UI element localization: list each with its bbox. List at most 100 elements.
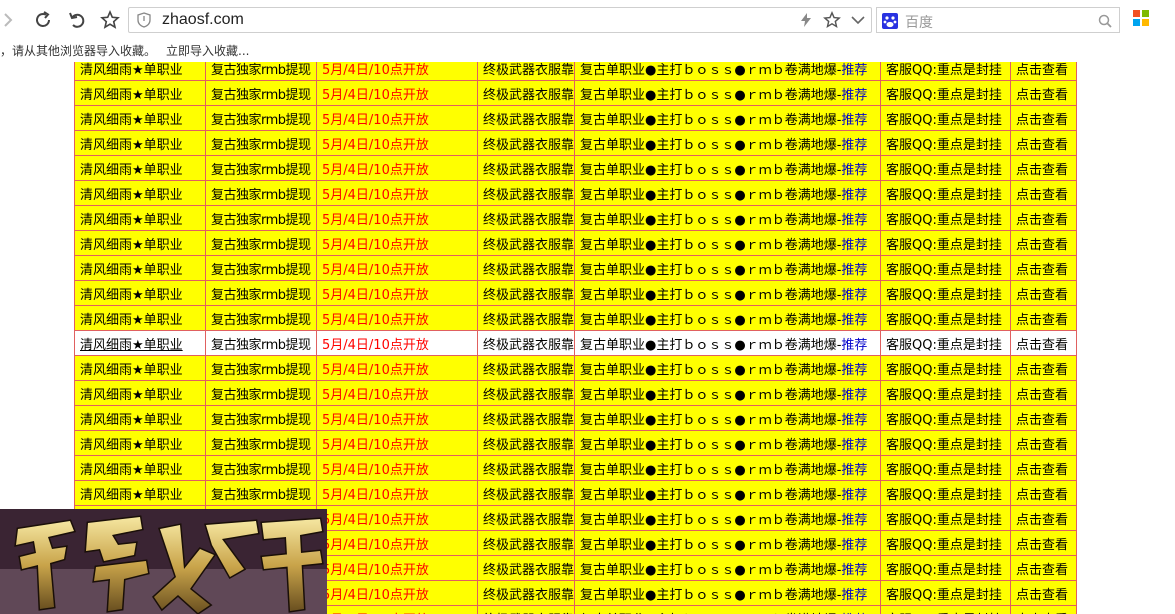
server-name-text[interactable]: 清风细雨★单职业 <box>80 463 183 478</box>
cell-server-name[interactable]: 清风细雨★单职业 <box>74 380 206 406</box>
cell-view-link[interactable]: 点击查看 <box>1010 105 1078 131</box>
server-name-text[interactable]: 清风细雨★单职业 <box>80 313 183 328</box>
search-icon[interactable] <box>1098 13 1112 32</box>
table-row[interactable]: 清风细雨★单职业 复古独家rmb提现5月/4日/10点开放终极武器衣服靠复古单职业… <box>74 205 1078 231</box>
recommend-link[interactable]: 推荐 <box>841 363 867 378</box>
cell-server-name[interactable]: 清风细雨★单职业 <box>74 80 206 106</box>
cell-view-link[interactable]: 点击查看 <box>1010 380 1078 406</box>
recommend-link[interactable]: 推荐 <box>841 113 867 128</box>
cell-view-link[interactable]: 点击查看 <box>1010 180 1078 206</box>
server-name-text[interactable]: 清风细雨★单职业 <box>80 63 183 78</box>
url-text[interactable]: zhaosf.com <box>162 11 244 29</box>
cell-view-link[interactable]: 点击查看 <box>1010 155 1078 181</box>
cell-server-name[interactable]: 清风细雨★单职业 <box>74 430 206 456</box>
table-row[interactable]: 清风细雨★单职业 复古独家rmb提现5月/4日/10点开放终极武器衣服靠复古单职业… <box>74 455 1078 481</box>
cell-view-link[interactable]: 点击查看 <box>1010 130 1078 156</box>
cell-view-link[interactable]: 点击查看 <box>1010 580 1078 606</box>
cell-server-name[interactable]: 清风细雨★单职业 <box>74 105 206 131</box>
cell-view-link[interactable]: 点击查看 <box>1010 555 1078 581</box>
cell-server-name[interactable]: 清风细雨★单职业 <box>74 480 206 506</box>
recommend-link[interactable]: 推荐 <box>841 513 867 528</box>
cell-server-name[interactable]: 清风细雨★单职业 <box>74 455 206 481</box>
server-name-text[interactable]: 清风细雨★单职业 <box>80 363 183 378</box>
server-name-text[interactable]: 清风细雨★单职业 <box>80 388 183 403</box>
table-row[interactable]: 清风细雨★单职业 复古独家rmb提现5月/4日/10点开放终极武器衣服靠复古单职业… <box>74 355 1078 381</box>
table-row[interactable]: 清风细雨★单职业 复古独家rmb提现5月/4日/10点开放终极武器衣服靠复古单职业… <box>74 130 1078 156</box>
cell-view-link[interactable]: 点击查看 <box>1010 530 1078 556</box>
recommend-link[interactable]: 推荐 <box>841 213 867 228</box>
server-name-text[interactable]: 清风细雨★单职业 <box>80 288 183 303</box>
flash-icon[interactable] <box>793 8 819 32</box>
forward-icon[interactable] <box>0 8 20 32</box>
server-name-text[interactable]: 清风细雨★单职业 <box>80 488 183 503</box>
cell-view-link[interactable]: 点击查看 <box>1010 480 1078 506</box>
cell-view-link[interactable]: 点击查看 <box>1010 505 1078 531</box>
favorite-star-icon[interactable] <box>819 8 845 32</box>
cell-server-name[interactable]: 清风细雨★单职业 <box>74 305 206 331</box>
cell-view-link[interactable]: 点击查看 <box>1010 80 1078 106</box>
table-row[interactable]: 清风细雨★单职业 复古独家rmb提现5月/4日/10点开放终极武器衣服靠复古单职业… <box>74 180 1078 206</box>
cell-view-link[interactable]: 点击查看 <box>1010 255 1078 281</box>
server-name-text[interactable]: 清风细雨★单职业 <box>80 88 183 103</box>
cell-server-name[interactable]: 清风细雨★单职业 <box>74 330 206 356</box>
cell-view-link[interactable]: 点击查看 <box>1010 205 1078 231</box>
cell-server-name[interactable]: 清风细雨★单职业 <box>74 230 206 256</box>
server-name-text[interactable]: 清风细雨★单职业 <box>80 113 183 128</box>
server-name-text[interactable]: 清风细雨★单职业 <box>80 263 183 278</box>
cell-server-name[interactable]: 清风细雨★单职业 <box>74 255 206 281</box>
recommend-link[interactable]: 推荐 <box>841 563 867 578</box>
import-bookmarks-link[interactable]: 立即导入收藏... <box>166 42 249 59</box>
recommend-link[interactable]: 推荐 <box>841 163 867 178</box>
table-row[interactable]: 清风细雨★单职业 复古独家rmb提现5月/4日/10点开放终极武器衣服靠复古单职业… <box>74 80 1078 106</box>
recommend-link[interactable]: 推荐 <box>841 238 867 253</box>
cell-view-link[interactable]: 点击查看 <box>1010 280 1078 306</box>
recommend-link[interactable]: 推荐 <box>841 413 867 428</box>
cell-view-link[interactable]: 点击查看 <box>1010 355 1078 381</box>
cell-view-link[interactable]: 点击查看 <box>1010 305 1078 331</box>
table-row[interactable]: 清风细雨★单职业 复古独家rmb提现5月/4日/10点开放终极武器衣服靠复古单职业… <box>74 230 1078 256</box>
recommend-link[interactable]: 推荐 <box>841 438 867 453</box>
table-row[interactable]: 清风细雨★单职业 复古独家rmb提现5月/4日/10点开放终极武器衣服靠复古单职业… <box>74 305 1078 331</box>
recommend-link[interactable]: 推荐 <box>841 138 867 153</box>
address-bar[interactable]: zhaosf.com <box>128 7 872 33</box>
server-name-text[interactable]: 清风细雨★单职业 <box>80 138 183 153</box>
table-row[interactable]: 清风细雨★单职业 复古独家rmb提现5月/4日/10点开放终极武器衣服靠复古单职业… <box>74 380 1078 406</box>
undo-icon[interactable] <box>65 8 89 32</box>
recommend-link[interactable]: 推荐 <box>841 263 867 278</box>
cell-view-link[interactable]: 点击查看 <box>1010 605 1078 614</box>
recommend-link[interactable]: 推荐 <box>841 588 867 603</box>
cell-server-name[interactable]: 清风细雨★单职业 <box>74 280 206 306</box>
recommend-link[interactable]: 推荐 <box>841 488 867 503</box>
recommend-link[interactable]: 推荐 <box>841 463 867 478</box>
table-row[interactable]: 清风细雨★单职业 复古独家rmb提现5月/4日/10点开放终极武器衣服靠复古单职业… <box>74 480 1078 506</box>
server-name-text[interactable]: 清风细雨★单职业 <box>80 238 183 253</box>
table-row[interactable]: 清风细雨★单职业 复古独家rmb提现5月/4日/10点开放终极武器衣服靠复古单职业… <box>74 105 1078 131</box>
recommend-link[interactable]: 推荐 <box>841 538 867 553</box>
cell-view-link[interactable]: 点击查看 <box>1010 62 1078 81</box>
cell-server-name[interactable]: 清风细雨★单职业 <box>74 130 206 156</box>
cell-server-name[interactable]: 清风细雨★单职业 <box>74 180 206 206</box>
recommend-link[interactable]: 推荐 <box>841 88 867 103</box>
recommend-link[interactable]: 推荐 <box>841 313 867 328</box>
server-name-text[interactable]: 清风细雨★单职业 <box>80 338 183 353</box>
table-row[interactable]: 清风细雨★单职业 复古独家rmb提现5月/4日/10点开放终极武器衣服靠复古单职业… <box>74 62 1078 81</box>
cell-server-name[interactable]: 清风细雨★单职业 <box>74 62 206 81</box>
table-row[interactable]: 清风细雨★单职业 复古独家rmb提现5月/4日/10点开放终极武器衣服靠复古单职业… <box>74 280 1078 306</box>
server-name-text[interactable]: 清风细雨★单职业 <box>80 213 183 228</box>
recommend-link[interactable]: 推荐 <box>841 188 867 203</box>
cell-server-name[interactable]: 清风细雨★单职业 <box>74 405 206 431</box>
cell-view-link[interactable]: 点击查看 <box>1010 230 1078 256</box>
table-row[interactable]: 清风细雨★单职业 复古独家rmb提现5月/4日/10点开放终极武器衣服靠复古单职业… <box>74 155 1078 181</box>
cell-view-link[interactable]: 点击查看 <box>1010 455 1078 481</box>
table-row[interactable]: 清风细雨★单职业 复古独家rmb提现5月/4日/10点开放终极武器衣服靠复古单职业… <box>74 330 1078 356</box>
cell-view-link[interactable]: 点击查看 <box>1010 430 1078 456</box>
bookmark-star-icon[interactable] <box>98 8 122 32</box>
chevron-down-icon[interactable] <box>845 8 871 32</box>
cell-view-link[interactable]: 点击查看 <box>1010 330 1078 356</box>
server-name-text[interactable]: 清风细雨★单职业 <box>80 188 183 203</box>
recommend-link[interactable]: 推荐 <box>841 63 867 78</box>
server-name-text[interactable]: 清风细雨★单职业 <box>80 413 183 428</box>
table-row[interactable]: 清风细雨★单职业 复古独家rmb提现5月/4日/10点开放终极武器衣服靠复古单职业… <box>74 255 1078 281</box>
table-row[interactable]: 清风细雨★单职业 复古独家rmb提现5月/4日/10点开放终极武器衣服靠复古单职业… <box>74 430 1078 456</box>
server-name-text[interactable]: 清风细雨★单职业 <box>80 438 183 453</box>
